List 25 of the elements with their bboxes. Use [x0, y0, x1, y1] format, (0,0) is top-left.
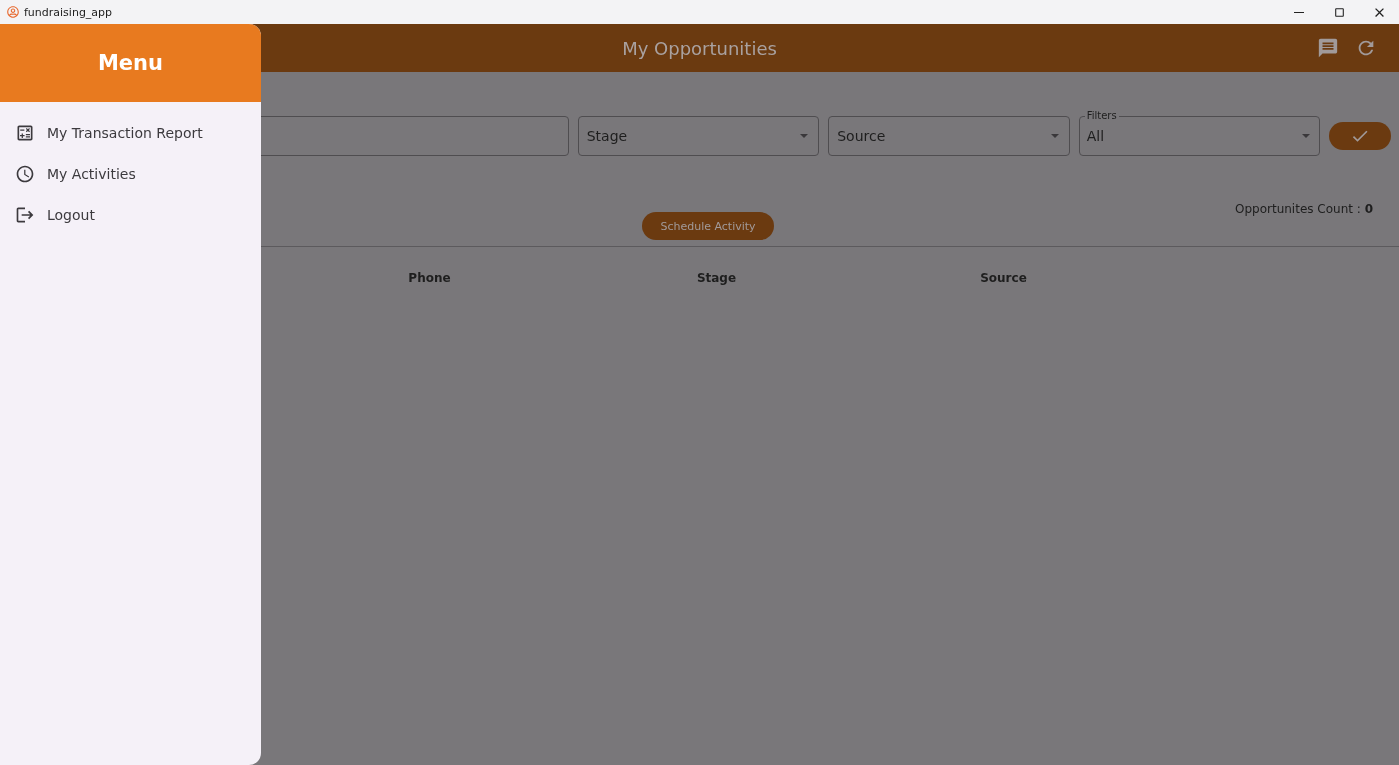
menu-item[interactable]: My Transaction Report — [0, 112, 261, 153]
window-title: fundraising_app — [24, 5, 113, 19]
drawer-title: Menu — [97, 51, 163, 75]
schedule-activity-button[interactable]: Schedule Activity — [642, 212, 774, 240]
app-icon — [7, 6, 19, 18]
message-icon[interactable] — [1317, 37, 1339, 59]
field-label: Filters — [1084, 110, 1119, 121]
filters-dropdown[interactable]: Filters All — [1078, 108, 1321, 156]
column-header: Stage — [696, 271, 737, 285]
column-header: Source — [980, 271, 1027, 285]
field-value: All — [1086, 128, 1106, 144]
menu-item[interactable]: My Activities — [0, 153, 261, 194]
caret-icon — [1302, 134, 1311, 138]
minimize-icon — [1294, 11, 1304, 13]
clock-icon — [15, 163, 35, 184]
opportunities-count: Opportunites Count : 0 — [1234, 202, 1373, 216]
stage-dropdown[interactable]: Stage — [577, 116, 820, 156]
page-title: My Opportunities — [622, 37, 777, 59]
caret-icon — [1050, 134, 1059, 138]
menu-item[interactable]: Logout — [0, 194, 261, 235]
caret-icon — [800, 134, 809, 138]
maximize-icon — [1332, 5, 1346, 19]
source-dropdown[interactable]: Source — [828, 116, 1070, 156]
apply-button[interactable] — [1329, 122, 1391, 150]
column-header: Phone — [408, 271, 451, 285]
